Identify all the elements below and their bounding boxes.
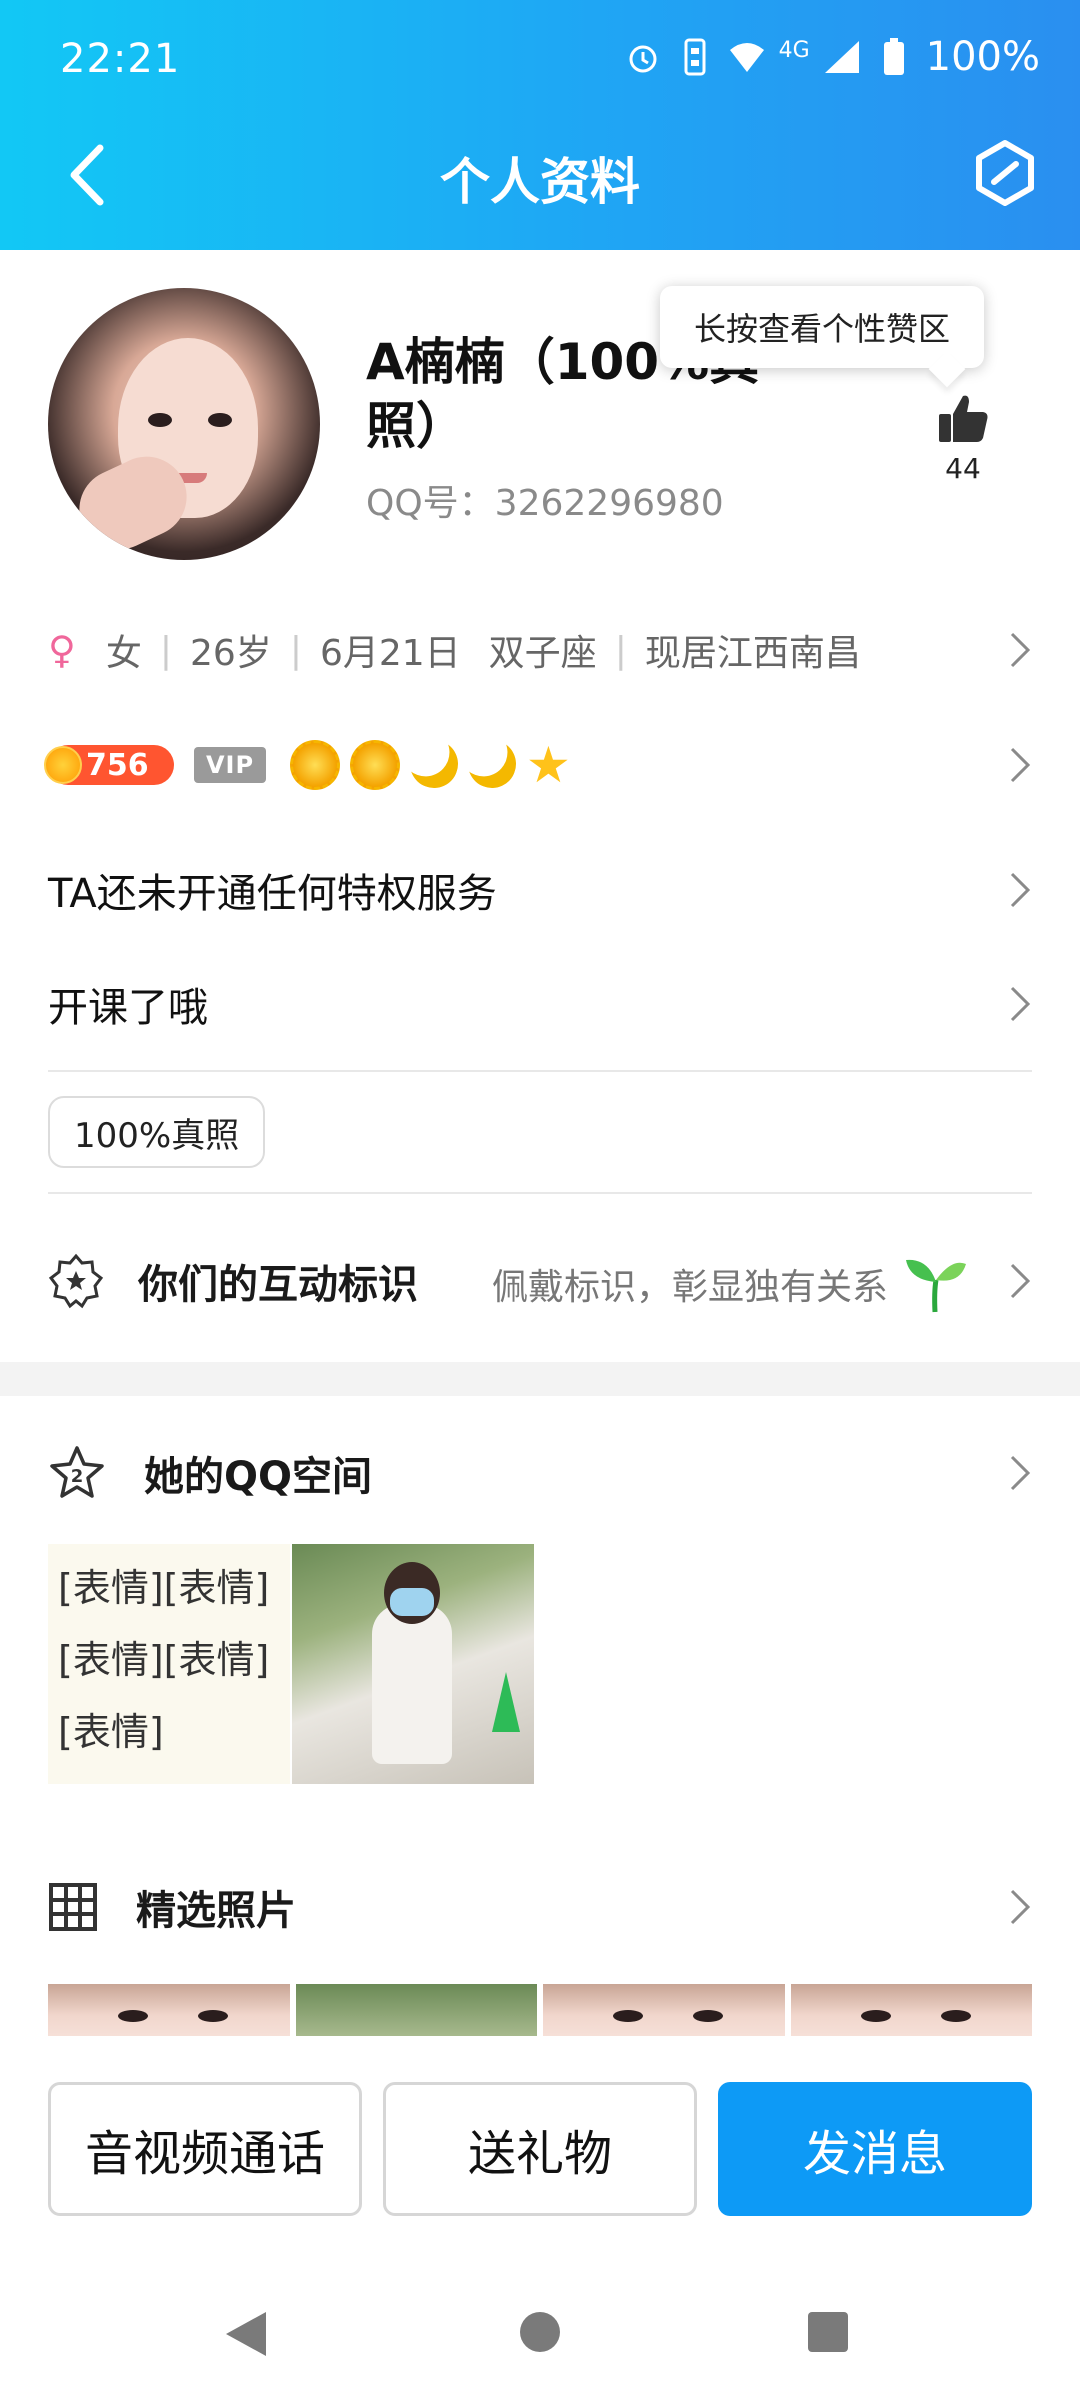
video-call-button[interactable]: 音视频通话 — [48, 2082, 362, 2216]
wifi-icon — [727, 37, 767, 77]
moon-icon — [403, 733, 465, 795]
sun-icon — [290, 740, 340, 790]
interaction-badge-row[interactable]: 你们的互动标识 佩戴标识，彰显独有关系 — [48, 1246, 1032, 1316]
status-time: 22:21 — [60, 36, 181, 82]
level-icons: ★ — [290, 740, 571, 790]
header: 22:21 4G 100% 个人资料 — [0, 0, 1080, 250]
chevron-right-icon — [1010, 632, 1031, 668]
sprout-icon — [906, 1259, 966, 1313]
qzone-row[interactable]: 2 她的QQ空间 — [48, 1440, 1032, 1506]
avatar[interactable] — [48, 288, 320, 560]
alarm-icon — [623, 37, 663, 77]
interaction-title: 你们的互动标识 — [138, 1262, 418, 1308]
vibrate-icon — [675, 37, 715, 77]
basic-info-row[interactable]: ♀ 女 | 26岁 | 6月21日 双子座 | 现居江西南昌 — [48, 620, 1032, 680]
edit-icon — [976, 140, 1034, 206]
chevron-right-icon — [1010, 1455, 1031, 1491]
featured-photo[interactable] — [48, 1984, 290, 2036]
moon-icon — [461, 733, 523, 795]
signature-text: 开课了哦 — [48, 985, 208, 1031]
qzone-post-text[interactable]: [表情][表情][表情][表情][表情] — [48, 1544, 290, 1784]
send-gift-button[interactable]: 送礼物 — [383, 2082, 697, 2216]
battery-level: 100% — [925, 34, 1040, 80]
page-title: 个人资料 — [440, 153, 640, 211]
birthday: 6月21日 — [319, 633, 461, 674]
like-button[interactable]: 44 — [926, 390, 1000, 485]
grid-icon — [49, 1883, 97, 1931]
vip-badge: VIP — [194, 747, 266, 783]
featured-photo[interactable] — [543, 1984, 785, 2036]
featured-photo-strip — [48, 1984, 1032, 2036]
system-nav-bar — [0, 2260, 1080, 2400]
status-bar: 22:21 4G 100% — [0, 0, 1080, 120]
like-count: 44 — [945, 452, 981, 485]
svg-text:2: 2 — [71, 1466, 84, 1487]
battery-icon — [874, 37, 914, 77]
nav-recents-icon[interactable] — [808, 2312, 848, 2352]
divider — [48, 1192, 1032, 1194]
level-value: 756 — [86, 747, 149, 783]
signature-row[interactable]: 开课了哦 — [48, 972, 1032, 1036]
edit-button[interactable] — [970, 138, 1040, 208]
age: 26岁 — [190, 633, 272, 674]
qzone-title: 她的QQ空间 — [144, 1454, 373, 1500]
signal-icon — [822, 37, 862, 77]
profile-tag[interactable]: 100%真照 — [48, 1096, 266, 1168]
nav-back-icon[interactable] — [226, 2312, 266, 2356]
featured-photo[interactable] — [790, 1984, 1032, 2036]
level-badge: 756 — [44, 745, 174, 785]
featured-photos-row[interactable]: 精选照片 — [48, 1874, 1032, 1940]
nav-home-icon[interactable] — [520, 2312, 560, 2352]
badge-star-icon — [48, 1253, 104, 1309]
tooltip-text: 长按查看个性赞区 — [693, 310, 950, 348]
status-icons: 4G 100% — [623, 34, 1040, 80]
chevron-right-icon — [1010, 1889, 1031, 1925]
level-coin-icon — [44, 746, 82, 784]
sun-icon — [350, 740, 400, 790]
qq-number: QQ号：3262296980 — [366, 483, 724, 524]
featured-photo[interactable] — [295, 1984, 537, 2036]
chevron-right-icon — [1010, 986, 1031, 1022]
star-icon: ★ — [526, 736, 571, 794]
gender: 女 — [105, 633, 142, 674]
network-type: 4G — [778, 37, 810, 63]
location: 现居江西南昌 — [644, 633, 861, 674]
zodiac: 双子座 — [488, 633, 597, 674]
privilege-text: TA还未开通任何特权服务 — [48, 871, 497, 917]
qzone-post-photo[interactable] — [292, 1544, 534, 1784]
section-separator — [0, 1362, 1080, 1396]
qzone-star-icon: 2 — [50, 1446, 104, 1498]
chevron-right-icon — [1010, 1263, 1031, 1299]
interaction-hint: 佩戴标识，彰显独有关系 — [492, 1267, 889, 1308]
level-row[interactable]: 756 VIP ★ — [44, 735, 1032, 795]
like-tooltip: 长按查看个性赞区 — [660, 286, 984, 368]
thumbs-up-icon — [939, 395, 988, 442]
featured-photos-title: 精选照片 — [136, 1888, 296, 1934]
navbar: 个人资料 — [0, 120, 1080, 230]
divider — [48, 1070, 1032, 1072]
privilege-row[interactable]: TA还未开通任何特权服务 — [48, 858, 1032, 922]
chevron-right-icon — [1010, 872, 1031, 908]
send-message-button[interactable]: 发消息 — [718, 2082, 1032, 2216]
chevron-right-icon — [1010, 747, 1031, 783]
female-icon: ♀ — [48, 628, 76, 672]
